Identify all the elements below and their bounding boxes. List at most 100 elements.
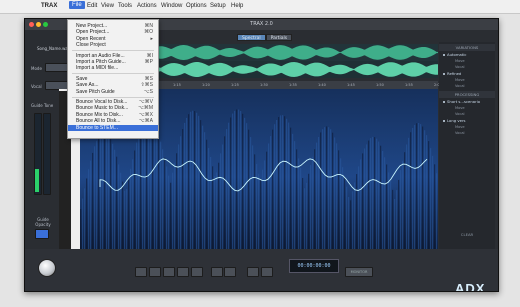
spectral-bin bbox=[318, 136, 320, 249]
variation-refined[interactable]: Refined bbox=[439, 70, 495, 77]
spectral-bin bbox=[298, 158, 300, 249]
spectral-bin bbox=[172, 172, 174, 249]
spectral-bin bbox=[212, 166, 214, 249]
ruler-tick-label: 1:30 bbox=[260, 83, 268, 87]
spectral-bin bbox=[210, 156, 212, 249]
menu-item-label: Open Project... bbox=[76, 29, 110, 36]
variations-panel: VARIATIONS Automatic Move Vocal Refined … bbox=[439, 42, 495, 262]
spectral-bin bbox=[96, 140, 98, 249]
spectral-bin bbox=[428, 141, 430, 249]
tool-draw-button[interactable] bbox=[163, 267, 175, 277]
menu-item-shortcut: ⌥⌘M bbox=[138, 105, 153, 112]
spectral-bin bbox=[278, 117, 280, 249]
spectral-bin bbox=[168, 175, 170, 249]
menu-item-shortcut: ⌘O bbox=[144, 29, 153, 36]
guide-opacity-toggle[interactable] bbox=[35, 229, 49, 239]
spectral-bin bbox=[330, 129, 332, 249]
spectral-bin bbox=[420, 124, 422, 249]
tab-spectral[interactable]: Spectral bbox=[237, 34, 266, 41]
spectral-bin bbox=[90, 160, 92, 249]
spectral-bin bbox=[422, 126, 424, 249]
spectral-bin bbox=[378, 141, 380, 249]
menu-item-close-project[interactable]: Close Project bbox=[68, 42, 158, 49]
spectral-bin bbox=[154, 124, 156, 249]
spectral-bin bbox=[308, 173, 310, 249]
ruler-tick-label: 1:45 bbox=[347, 83, 355, 87]
spectral-bin bbox=[216, 172, 218, 249]
master-volume-knob[interactable] bbox=[38, 259, 56, 277]
spectral-bin bbox=[354, 182, 356, 249]
menu-tools[interactable]: Tools bbox=[118, 3, 132, 9]
spectral-bin bbox=[360, 159, 362, 249]
menu-item-bounce-to-stem[interactable]: Bounce to STEM... bbox=[68, 124, 158, 132]
spectral-bin bbox=[164, 157, 166, 249]
spectral-bin bbox=[384, 157, 386, 249]
menu-file[interactable]: File bbox=[69, 1, 85, 9]
monitor-button[interactable]: MONITOR bbox=[345, 267, 373, 277]
spectral-bin bbox=[366, 144, 368, 249]
play-button[interactable] bbox=[261, 267, 273, 277]
spectral-bin bbox=[130, 168, 132, 249]
menu-item-shortcut: ▸ bbox=[150, 35, 153, 42]
menu-window[interactable]: Window bbox=[161, 3, 182, 9]
menu-item-save-pitch-guide[interactable]: Save Pitch Guide ⌥S bbox=[68, 89, 158, 96]
processing-long[interactable]: Long vers bbox=[439, 117, 495, 124]
zoom-in-button[interactable] bbox=[224, 267, 236, 277]
spectral-bin bbox=[128, 178, 130, 249]
menu-edit[interactable]: Edit bbox=[87, 3, 97, 9]
spectral-bin bbox=[82, 198, 84, 249]
spectral-bin bbox=[170, 182, 172, 249]
volume-meter[interactable] bbox=[43, 113, 51, 195]
menu-item-shortcut: ⌘S bbox=[144, 75, 153, 82]
menu-item-label: Bounce All to Disk... bbox=[76, 118, 121, 125]
variation-automatic[interactable]: Automatic bbox=[439, 51, 495, 58]
spectral-bin bbox=[180, 136, 182, 249]
processing-short[interactable]: Short s...scenario bbox=[439, 98, 495, 105]
spectral-bin bbox=[408, 137, 410, 249]
tool-marker-button[interactable] bbox=[191, 267, 203, 277]
tool-select-button[interactable] bbox=[135, 267, 147, 277]
menu-actions[interactable]: Actions bbox=[137, 3, 157, 9]
mode-label: Mode bbox=[31, 66, 42, 71]
menu-item-shortcut: ⌘I bbox=[146, 52, 153, 59]
processing-long-vocal[interactable]: Vocal bbox=[439, 130, 495, 136]
spectral-bin bbox=[272, 129, 274, 249]
spectral-bin bbox=[404, 152, 406, 249]
spectral-bin bbox=[192, 110, 194, 249]
menu-item-label: Save Pitch Guide bbox=[76, 88, 115, 95]
menu-help[interactable]: Help bbox=[231, 3, 243, 9]
spectral-bin bbox=[202, 125, 204, 249]
zoom-out-button[interactable] bbox=[211, 267, 223, 277]
spectral-bin bbox=[94, 146, 96, 249]
file-menu-dropdown: New Project... ⌘N Open Project... ⌘O Open Re… bbox=[67, 19, 159, 139]
spectral-bin bbox=[270, 136, 272, 249]
spectral-bin bbox=[332, 132, 334, 249]
spectral-bin bbox=[138, 135, 140, 249]
spectral-bin bbox=[252, 145, 254, 249]
menu-setup[interactable]: Setup bbox=[210, 3, 226, 9]
tool-pencil-button[interactable] bbox=[149, 267, 161, 277]
spectral-bin bbox=[370, 138, 372, 249]
variation-refined-vocal[interactable]: Vocal bbox=[439, 83, 495, 89]
tab-partials[interactable]: Partials bbox=[265, 34, 293, 41]
spectral-bin bbox=[432, 155, 434, 249]
spectral-bin bbox=[288, 122, 290, 249]
menu-view[interactable]: View bbox=[101, 3, 114, 9]
spectral-bin bbox=[184, 122, 186, 249]
menu-item-label: Bounce Music to Disk... bbox=[76, 105, 129, 112]
ruler-tick-label: 1:20 bbox=[202, 83, 210, 87]
menu-item-import-a-midi-file[interactable]: Import a MIDI file... bbox=[68, 65, 158, 72]
menu-separator bbox=[72, 50, 154, 52]
spectral-bin bbox=[280, 115, 282, 249]
tool-erase-button[interactable] bbox=[177, 267, 189, 277]
menu-options[interactable]: Options bbox=[186, 3, 207, 9]
app-menu[interactable]: TRAX bbox=[41, 3, 57, 9]
rewind-button[interactable] bbox=[247, 267, 259, 277]
spectral-bin bbox=[162, 149, 164, 249]
clear-label[interactable]: CLEAR bbox=[439, 232, 495, 237]
menu-item-shortcut: ⌥⌘X bbox=[138, 111, 153, 118]
menu-item-label: Open Recent bbox=[76, 35, 106, 42]
spectral-bin bbox=[294, 141, 296, 249]
spectral-bin bbox=[126, 188, 128, 249]
menu-item-label: Save As... bbox=[76, 82, 99, 89]
